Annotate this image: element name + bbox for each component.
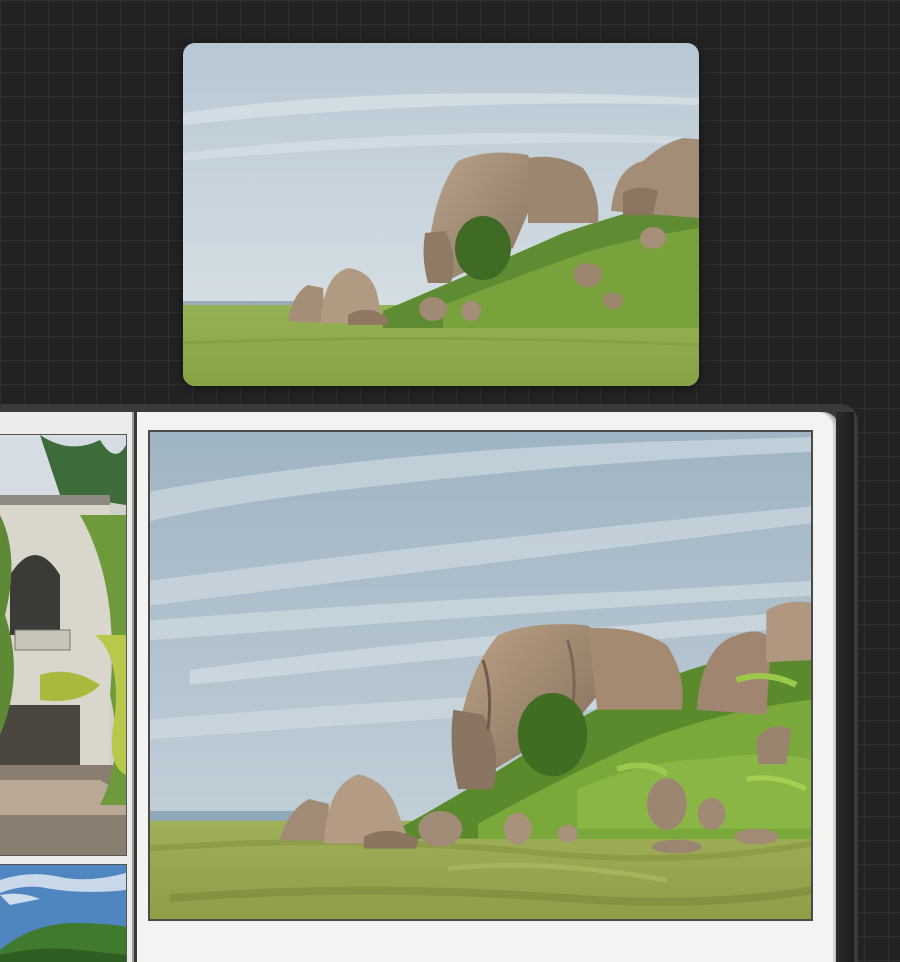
reference-photo[interactable] [183,43,699,386]
sketchbook-edge [836,412,854,962]
sketchbook-left-page[interactable] [0,412,134,962]
sketchbook-right-page[interactable] [137,412,833,962]
reference-photo-image [183,43,699,386]
sketchbook[interactable] [0,404,900,962]
building-painting-thumbnail[interactable] [0,434,127,856]
hill-painting-image [0,865,126,962]
building-painting-image [0,435,126,855]
hill-painting-thumbnail[interactable] [0,864,127,962]
landscape-painting-image [150,432,811,919]
landscape-painting[interactable] [148,430,813,921]
